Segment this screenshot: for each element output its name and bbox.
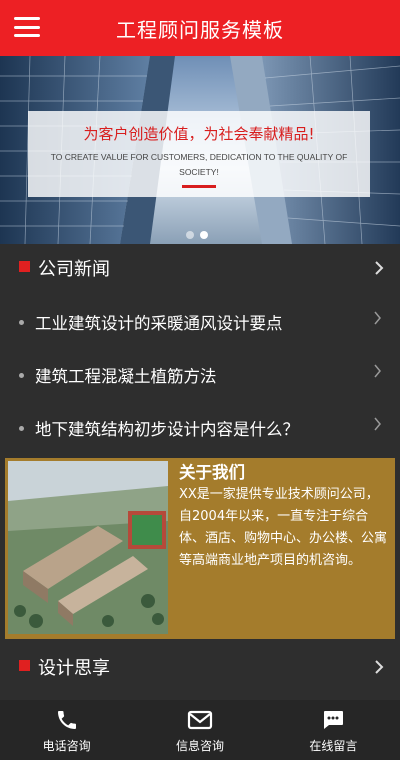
phone-icon bbox=[57, 711, 76, 729]
bullet-icon bbox=[19, 372, 24, 378]
design-section-header[interactable]: 设计思享 bbox=[0, 643, 400, 691]
news-section-title: 公司新闻 bbox=[38, 259, 110, 280]
page-title: 工程顾问服务模板 bbox=[116, 17, 284, 42]
section-marker bbox=[19, 260, 30, 272]
section-marker bbox=[19, 659, 30, 671]
chevron-right-icon bbox=[374, 311, 381, 325]
bottom-nav: 电话咨询 信息咨询 在线留言 bbox=[0, 700, 400, 760]
carousel-dot-2[interactable] bbox=[200, 231, 208, 239]
info-consult-button[interactable]: 信息咨询 bbox=[133, 700, 266, 760]
news-item-title: 工业建筑设计的采暖通风设计要点 bbox=[35, 314, 283, 333]
chevron-right-icon bbox=[375, 660, 384, 674]
about-campus-image bbox=[8, 461, 168, 634]
news-item[interactable]: 工业建筑设计的采暖通风设计要点 bbox=[0, 296, 400, 348]
design-section-title: 设计思享 bbox=[38, 658, 110, 679]
chevron-right-icon bbox=[374, 417, 381, 431]
bullet-icon bbox=[19, 319, 24, 325]
carousel-dot-1[interactable] bbox=[186, 231, 194, 239]
about-description: XX是一家提供专业技术顾问公司，自2004年以来，一直专注于综合体、酒店、购物中… bbox=[179, 487, 388, 568]
footer-label: 在线留言 bbox=[309, 739, 358, 753]
bullet-icon bbox=[19, 425, 24, 431]
news-section-header[interactable]: 公司新闻 bbox=[0, 244, 400, 292]
banner-slogan-cn: 为客户创造价值，为社会奉献精品! bbox=[83, 125, 315, 143]
banner-divider bbox=[182, 185, 216, 188]
banner-slogan-box: 为客户创造价值，为社会奉献精品! TO CREATE VALUE FOR CUS… bbox=[28, 111, 370, 197]
top-header: 工程顾问服务模板 bbox=[0, 0, 400, 56]
carousel-dots bbox=[186, 231, 208, 239]
news-item-title: 建筑工程混凝土植筋方法 bbox=[35, 367, 217, 386]
banner-carousel[interactable]: 为客户创造价值，为社会奉献精品! TO CREATE VALUE FOR CUS… bbox=[0, 56, 400, 244]
phone-consult-button[interactable]: 电话咨询 bbox=[0, 700, 133, 760]
mail-icon bbox=[187, 710, 213, 730]
chat-icon bbox=[324, 711, 344, 729]
footer-label: 信息咨询 bbox=[175, 739, 224, 753]
news-item-title: 地下建筑结构初步设计内容是什么？ bbox=[35, 420, 299, 439]
chevron-right-icon bbox=[374, 364, 381, 378]
footer-label: 电话咨询 bbox=[42, 739, 91, 753]
about-us-card[interactable]: 关于我们 XX是一家提供专业技术顾问公司，自2004年以来，一直专注于综合体、酒… bbox=[5, 458, 395, 639]
news-item[interactable]: 建筑工程混凝土植筋方法 bbox=[0, 349, 400, 401]
about-title: 关于我们 bbox=[179, 463, 245, 482]
menu-icon[interactable] bbox=[14, 14, 40, 40]
banner-slogan-en: TO CREATE VALUE FOR CUSTOMERS, DEDICATIO… bbox=[50, 152, 348, 177]
news-item[interactable]: 地下建筑结构初步设计内容是什么？ bbox=[0, 402, 400, 454]
chevron-right-icon bbox=[375, 261, 384, 275]
online-message-button[interactable]: 在线留言 bbox=[267, 700, 400, 760]
